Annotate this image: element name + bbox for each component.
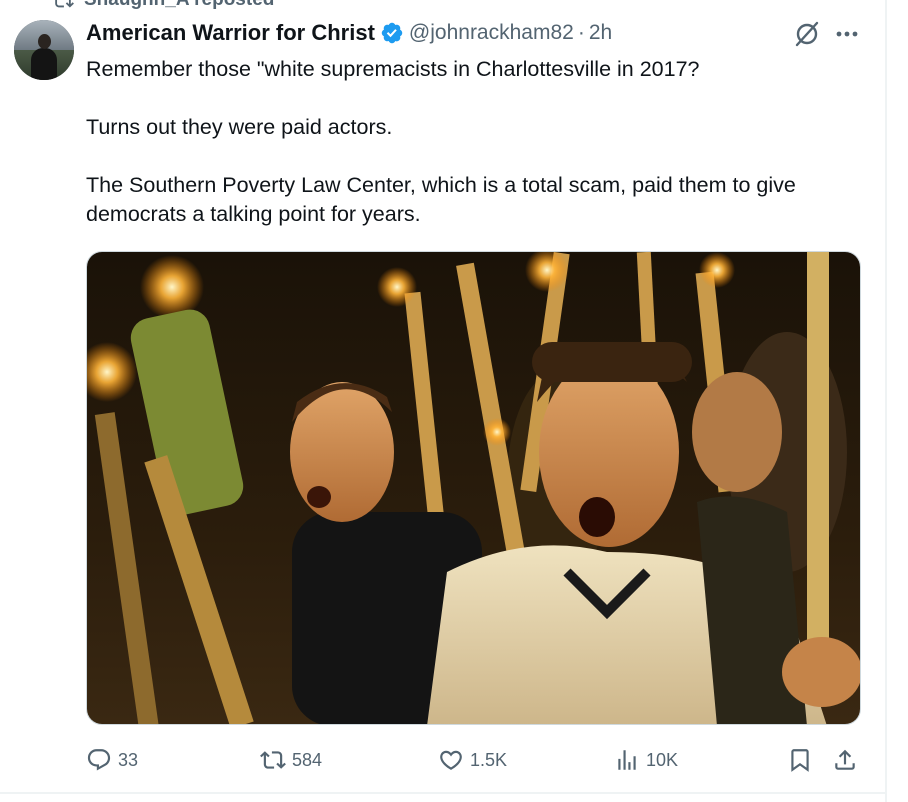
reply-count: 33 xyxy=(118,749,139,770)
bookmark-button[interactable] xyxy=(787,744,813,776)
like-button[interactable]: 1.5K xyxy=(438,744,507,776)
tweet-photo[interactable] xyxy=(86,251,861,725)
photo-image xyxy=(87,252,860,724)
tweet-text: Remember those "white supremacists in Ch… xyxy=(86,55,866,229)
like-count: 1.5K xyxy=(470,749,508,770)
handle[interactable]: @johnrackham82 xyxy=(409,21,574,45)
social-context-text[interactable]: Shaughn_A reposted xyxy=(84,0,274,11)
tweet-text-line-2: Turns out they were paid actors. xyxy=(86,115,393,139)
tweet-text-line-1: Remember those "white supremacists in Ch… xyxy=(86,57,700,81)
share-button[interactable] xyxy=(832,744,858,776)
repost-icon xyxy=(260,751,286,769)
repost-count: 584 xyxy=(292,749,323,770)
bookmark-icon xyxy=(791,749,809,772)
timestamp[interactable]: 2h xyxy=(589,21,612,45)
avatar[interactable] xyxy=(14,20,74,80)
repost-button[interactable]: 584 xyxy=(260,744,322,776)
timeline-right-border xyxy=(885,0,887,802)
tweet-text-line-3: The Southern Poverty Law Center, which i… xyxy=(86,173,796,226)
tweet-actions: 33 584 1.5K 10K xyxy=(86,744,866,776)
tweet-header: American Warrior for Christ @johnrackham… xyxy=(86,19,612,47)
share-icon xyxy=(835,749,855,770)
heart-icon xyxy=(440,750,462,770)
grok-icon[interactable] xyxy=(793,20,821,48)
separator: · xyxy=(577,21,585,44)
analytics-icon xyxy=(618,750,636,770)
views-button[interactable]: 10K xyxy=(614,744,678,776)
views-count: 10K xyxy=(646,749,679,770)
reply-button[interactable]: 33 xyxy=(86,744,138,776)
tweet-card[interactable]: Shaughn_A reposted American Warrior for … xyxy=(0,0,908,802)
social-context: Shaughn_A reposted xyxy=(52,0,274,10)
verified-badge-icon[interactable] xyxy=(380,21,404,45)
tweet-divider xyxy=(0,792,887,794)
display-name[interactable]: American Warrior for Christ xyxy=(86,20,375,46)
reply-icon xyxy=(87,749,111,771)
more-options-icon[interactable] xyxy=(833,23,861,45)
repost-icon xyxy=(55,0,74,8)
